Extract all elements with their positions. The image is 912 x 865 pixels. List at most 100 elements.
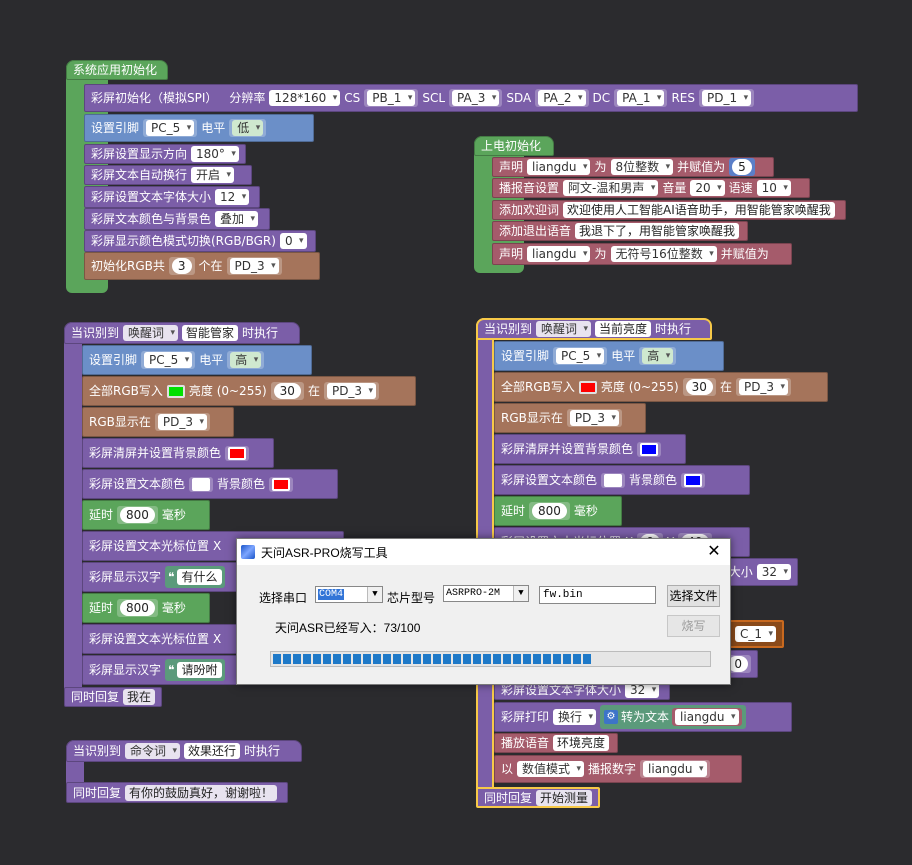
overlay-dropdown[interactable]: 叠加 [215, 211, 259, 227]
rgb-pin-dropdown[interactable]: PD_3 [157, 414, 207, 430]
text-wrap-block[interactable]: 彩屏文本自动换行 开启 [84, 165, 252, 185]
rgb-write-block[interactable]: 全部RGB写入 亮度 (0~255) 30 在 PD_3 [494, 372, 828, 402]
var-dropdown[interactable]: liangdu [527, 246, 591, 262]
text-color-block[interactable]: 彩屏设置文本颜色 背景颜色 [82, 469, 338, 499]
welcome-block[interactable]: 添加欢迎词 欢迎使用人工智能AI语音助手，用智能管家唤醒我 [492, 200, 846, 220]
var-dropdown[interactable]: liangdu [675, 709, 739, 725]
font-size-block[interactable]: 彩屏设置文本字体大小 12 [84, 186, 260, 208]
declare-var-block[interactable]: 声明 liangdu 为 8位整数 并赋值为 5 [492, 157, 774, 177]
res-pin-dropdown[interactable]: PD_1 [702, 90, 752, 106]
resolution-dropdown[interactable]: 128*160 [269, 90, 341, 106]
reply-text-input[interactable]: 我在 [123, 689, 156, 705]
delay-block[interactable]: 延时 800 毫秒 [82, 593, 210, 623]
print-mode-dropdown[interactable]: 换行 [553, 709, 597, 725]
delay-input[interactable]: 800 [532, 503, 567, 519]
play-voice-block[interactable]: 播放语音 环境亮度 [494, 733, 618, 753]
level-dropdown[interactable]: 高 [230, 352, 262, 368]
set-pin-block[interactable]: 设置引脚 PC_5 电平 高 [494, 341, 724, 371]
trigger-word-input[interactable]: 当前亮度 [595, 321, 652, 337]
trigger-kind-dropdown[interactable]: 唤醒词 [123, 325, 179, 341]
set-pin-block[interactable]: 设置引脚 PC_5 电平 高 [82, 345, 312, 375]
var-dropdown[interactable]: liangdu [643, 761, 707, 777]
pin-dropdown[interactable]: PC_5 [146, 120, 195, 136]
chip-select[interactable]: ASRPRO-2M ▼ [443, 585, 529, 602]
firmware-file-input[interactable]: fw.bin [539, 586, 656, 604]
var-dropdown[interactable]: liangdu [527, 159, 591, 175]
delay-input[interactable]: 800 [120, 600, 155, 616]
rgb-show-block[interactable]: RGB显示在 PD_3 [82, 407, 234, 437]
text-color-block[interactable]: 彩屏设置文本颜色 背景颜色 [494, 465, 750, 495]
choose-file-button[interactable]: 选择文件 [667, 585, 720, 607]
bg-color-swatch[interactable] [228, 446, 247, 460]
power-init-hat[interactable]: 上电初始化 [474, 136, 554, 156]
init-value-input[interactable]: 5 [732, 159, 752, 175]
value-input[interactable]: 0 [728, 656, 748, 672]
burn-button[interactable]: 烧写 [667, 615, 720, 637]
cs-pin-dropdown[interactable]: PB_1 [367, 90, 416, 106]
level-dropdown[interactable]: 高 [642, 348, 674, 364]
reply-block[interactable]: 同时回复 开始测量 [476, 787, 600, 808]
screen-init-block[interactable]: 彩屏初始化（模拟SPI） 分辨率 128*160 CS PB_1 SCL PA_… [84, 84, 858, 112]
voice-text-input[interactable]: 环境亮度 [553, 735, 610, 751]
brightness-input[interactable]: 30 [685, 379, 713, 395]
level-dropdown[interactable]: 低 [232, 120, 264, 136]
chinese-text-input[interactable]: 有什么 [177, 569, 222, 585]
wake-left-hat[interactable]: 当识别到 唤醒词 智能管家 时执行 [64, 322, 300, 344]
delay-block[interactable]: 延时 800 毫秒 [494, 496, 622, 526]
screen-print-block[interactable]: 彩屏打印 换行 ⚙ 转为文本 liangdu [494, 702, 792, 732]
voice-dropdown[interactable]: 阿文-温和男声 [563, 180, 659, 196]
scl-pin-dropdown[interactable]: PA_3 [452, 90, 500, 106]
rgb-color-swatch[interactable] [166, 384, 185, 398]
voice-setting-block[interactable]: 播报音设置 阿文-温和男声 音量 20 语速 10 [492, 178, 810, 198]
chevron-down-icon[interactable]: ▼ [513, 586, 528, 601]
rgb-pin-dropdown[interactable]: PD_3 [738, 379, 789, 395]
rgb-pin-dropdown[interactable]: PD_3 [569, 410, 619, 426]
set-pin-block[interactable]: 设置引脚 PC_5 电平 低 [84, 114, 314, 142]
delay-input[interactable]: 800 [120, 507, 155, 523]
reply-block[interactable]: 同时回复 有你的鼓励真好，谢谢啦！ [66, 782, 288, 803]
bg-color-swatch[interactable] [272, 477, 291, 491]
rgb-pin-dropdown[interactable]: PD_3 [229, 258, 279, 274]
dc-pin-dropdown[interactable]: PA_1 [617, 90, 665, 106]
clear-screen-block[interactable]: 彩屏清屏并设置背景颜色 [494, 434, 686, 464]
speed-dropdown[interactable]: 10 [756, 180, 791, 196]
rgb-show-block[interactable]: RGB显示在 PD_3 [494, 403, 646, 433]
trigger-kind-dropdown[interactable]: 命令词 [125, 743, 181, 759]
dialog-titlebar[interactable]: 天问ASR-PRO烧写工具 ✕ [237, 539, 730, 565]
exit-text-input[interactable]: 我退下了，用智能管家唤醒我 [575, 223, 740, 239]
color-mode-dropdown[interactable]: 0 [279, 233, 307, 249]
rgb-color-swatch[interactable] [578, 380, 597, 394]
volume-dropdown[interactable]: 20 [690, 180, 725, 196]
rgb-pin-dropdown[interactable]: PD_3 [326, 383, 377, 399]
rgb-init-block[interactable]: 初始化RGB共 3 个在 PD_3 [84, 252, 320, 280]
text-color-bg-block[interactable]: 彩屏文本颜色与背景色 叠加 [84, 208, 270, 230]
close-icon[interactable]: ✕ [704, 542, 724, 562]
type-dropdown[interactable]: 8位整数 [610, 159, 674, 175]
pin-dropdown[interactable]: PC_5 [556, 348, 605, 364]
exit-voice-block[interactable]: 添加退出语音 我退下了，用智能管家唤醒我 [492, 221, 748, 241]
reply-text-input[interactable]: 有你的鼓励真好，谢谢啦！ [125, 784, 278, 801]
bg-color-swatch[interactable] [640, 442, 659, 456]
trigger-kind-dropdown[interactable]: 唤醒词 [536, 321, 592, 337]
color-mode-block[interactable]: 彩屏显示颜色模式切换(RGB/BGR) 0 [84, 230, 316, 252]
delay-block[interactable]: 延时 800 毫秒 [82, 500, 210, 530]
declare-var2-block[interactable]: 声明 liangdu 为 无符号16位整数 并赋值为 [492, 243, 792, 265]
speak-number-block[interactable]: 以 数值模式 播报数字 liangdu [494, 755, 742, 783]
wrap-dropdown[interactable]: 开启 [191, 167, 235, 183]
reply-text-input[interactable]: 开始测量 [536, 789, 593, 806]
brightness-input[interactable]: 30 [273, 383, 301, 399]
port-select[interactable]: COM4 ▼ [315, 586, 383, 603]
sys-init-hat[interactable]: 系统应用初始化 [66, 60, 168, 80]
reply-block[interactable]: 同时回复 我在 [64, 687, 162, 707]
wake-right-hat[interactable]: 当识别到 唤醒词 当前亮度 时执行 [476, 318, 712, 340]
burn-tool-dialog[interactable]: 天问ASR-PRO烧写工具 ✕ 选择串口 COM4 ▼ 芯片型号 ASRPRO-… [236, 538, 731, 685]
pin-dropdown[interactable]: C_1 [734, 626, 776, 642]
font-size-dropdown[interactable]: 12 [215, 189, 250, 205]
welcome-text-input[interactable]: 欢迎使用人工智能AI语音助手，用智能管家唤醒我 [563, 202, 835, 218]
rgb-write-block[interactable]: 全部RGB写入 亮度 (0~255) 30 在 PD_3 [82, 376, 416, 406]
pin-dropdown[interactable]: PC_5 [144, 352, 193, 368]
text-color-swatch[interactable] [192, 477, 211, 491]
font-size-dropdown[interactable]: 32 [756, 564, 791, 580]
cmd-left-hat[interactable]: 当识别到 命令词 效果还行 时执行 [66, 740, 302, 762]
sda-pin-dropdown[interactable]: PA_2 [538, 90, 586, 106]
